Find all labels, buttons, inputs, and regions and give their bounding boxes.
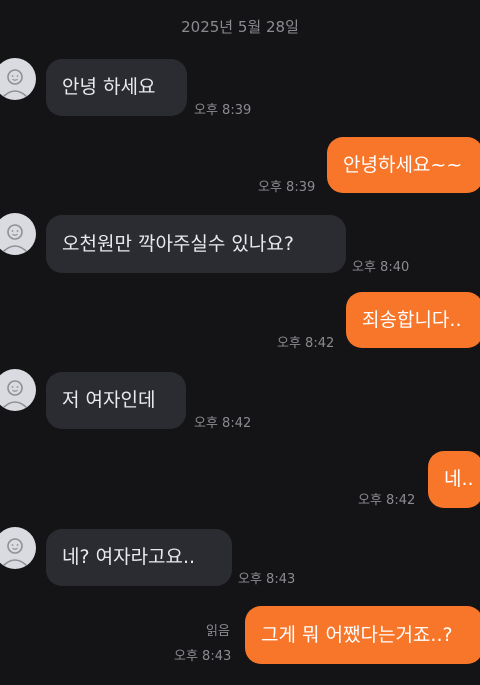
avatar[interactable] xyxy=(0,369,36,411)
message-time: 오후 8:42 xyxy=(358,493,416,508)
message-time: 오후 8:39 xyxy=(258,180,316,195)
message-time: 오후 8:42 xyxy=(277,336,335,351)
message-bubble[interactable]: 죄송합니다.. xyxy=(346,292,480,348)
message-bubble[interactable]: 그게 뭐 어쨌다는거죠..? xyxy=(245,606,480,664)
default-profile-icon xyxy=(1,224,29,254)
read-indicator: 읽음 xyxy=(206,624,230,639)
message-time: 오후 8:39 xyxy=(194,103,252,118)
default-profile-icon xyxy=(1,380,29,410)
avatar[interactable] xyxy=(0,58,36,100)
message-time: 오후 8:40 xyxy=(352,260,410,275)
avatar[interactable] xyxy=(0,527,36,569)
avatar[interactable] xyxy=(0,213,36,255)
message-bubble[interactable]: 오천원만 깍아주실수 있나요? xyxy=(46,215,346,273)
message-time: 오후 8:43 xyxy=(174,649,232,664)
default-profile-icon xyxy=(1,69,29,99)
message-bubble[interactable]: 저 여자인데 xyxy=(46,372,186,429)
default-profile-icon xyxy=(1,538,29,568)
message-bubble[interactable]: 안녕 하세요 xyxy=(46,59,187,116)
date-header: 2025년 5월 28일 xyxy=(181,18,299,36)
message-bubble[interactable]: 안녕하세요~~ xyxy=(327,137,480,193)
message-bubble[interactable]: 네? 여자라고요.. xyxy=(46,529,232,586)
message-time: 오후 8:42 xyxy=(194,416,252,431)
message-time: 오후 8:43 xyxy=(238,572,296,587)
message-bubble[interactable]: 네.. xyxy=(428,451,480,508)
